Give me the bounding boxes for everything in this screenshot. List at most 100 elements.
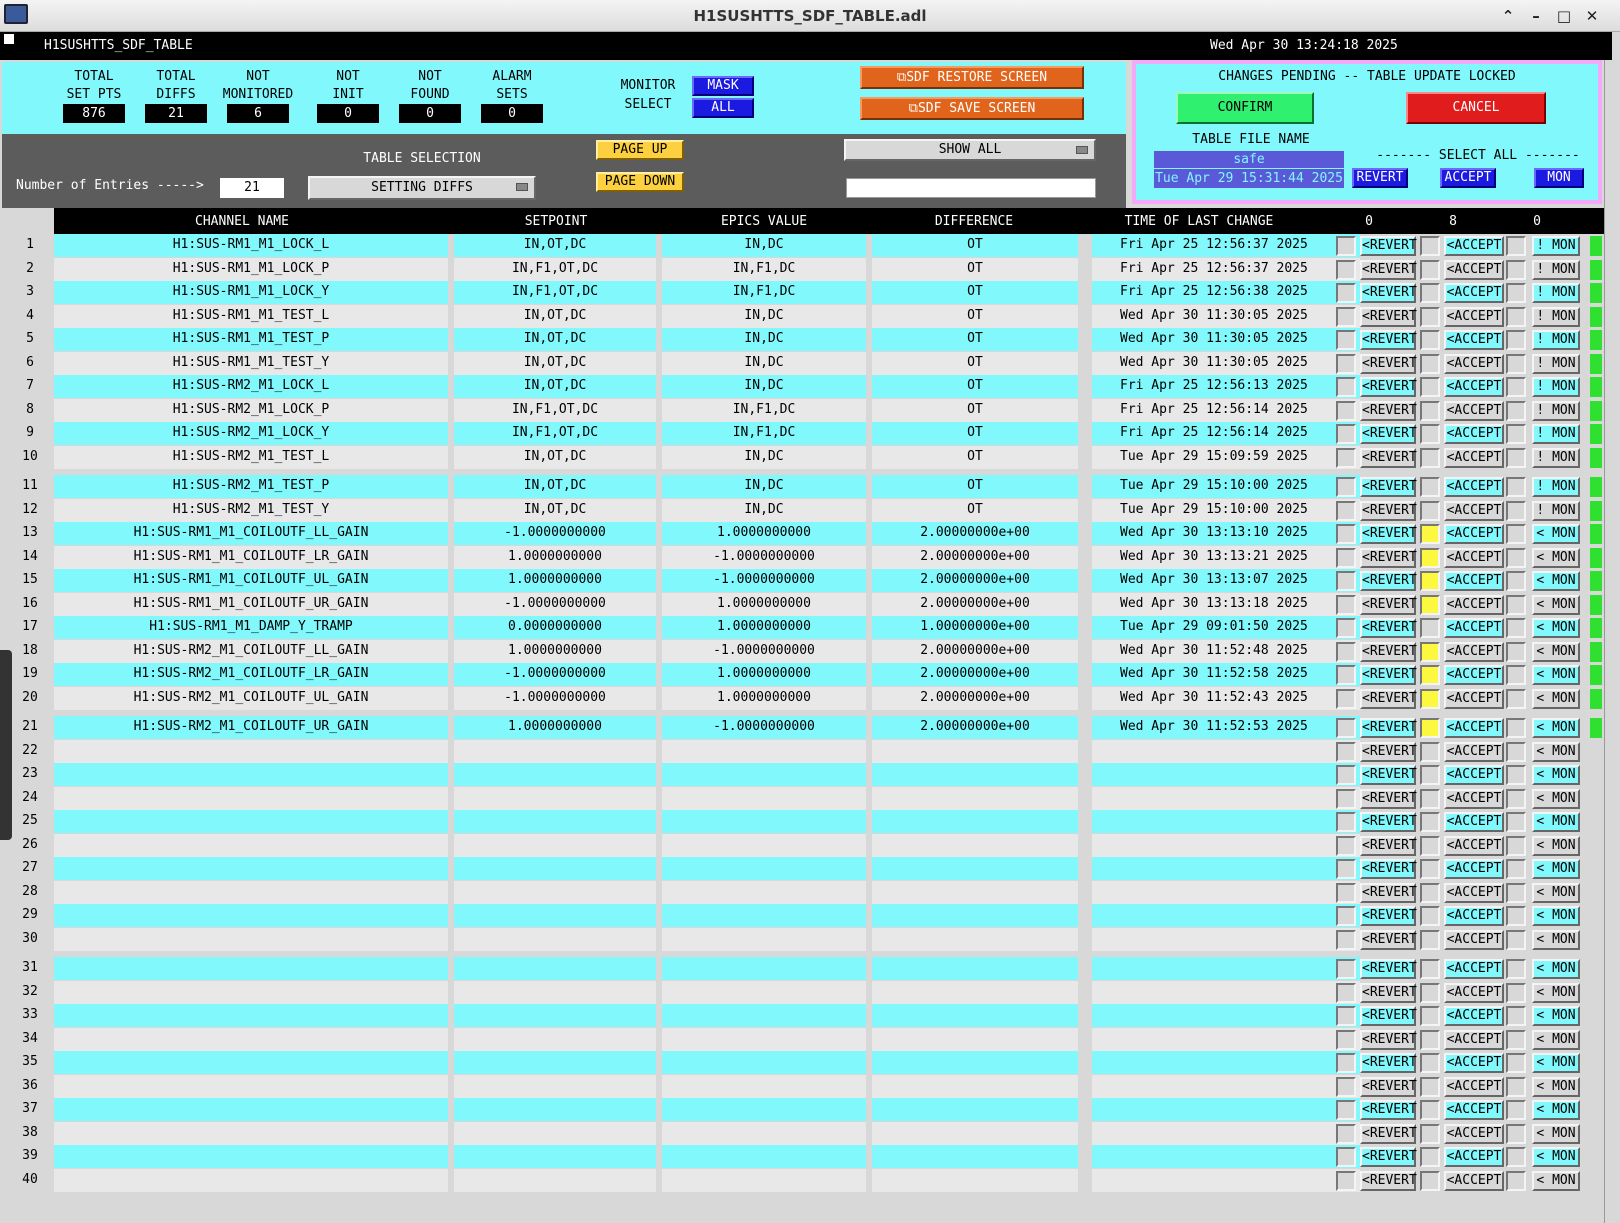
accept-button[interactable]: <ACCEPT — [1444, 982, 1504, 1003]
accept-checkbox[interactable] — [1420, 618, 1440, 638]
revert-checkbox[interactable] — [1336, 259, 1356, 280]
revert-button[interactable]: <REVERT — [1360, 306, 1417, 327]
mon-checkbox[interactable] — [1506, 259, 1526, 280]
accept-button[interactable]: <ACCEPT — [1444, 812, 1504, 832]
accept-button[interactable]: <ACCEPT — [1444, 959, 1504, 979]
accept-button[interactable]: <ACCEPT — [1444, 571, 1504, 591]
revert-checkbox[interactable] — [1336, 765, 1356, 785]
revert-checkbox[interactable] — [1336, 959, 1356, 979]
revert-button[interactable]: <REVERT — [1360, 236, 1417, 256]
accept-checkbox[interactable] — [1420, 330, 1440, 350]
revert-checkbox[interactable] — [1336, 1100, 1356, 1120]
revert-checkbox[interactable] — [1336, 306, 1356, 327]
mon-checkbox[interactable] — [1506, 524, 1526, 544]
accept-button[interactable]: <ACCEPT — [1444, 1147, 1504, 1167]
revert-checkbox[interactable] — [1336, 547, 1356, 568]
revert-checkbox[interactable] — [1336, 524, 1356, 544]
revert-checkbox[interactable] — [1336, 835, 1356, 856]
revert-button[interactable]: <REVERT — [1360, 641, 1417, 662]
mon-button[interactable]: < MON — [1532, 618, 1580, 638]
accept-button[interactable]: <ACCEPT — [1444, 259, 1504, 280]
revert-button[interactable]: <REVERT — [1360, 594, 1417, 615]
revert-button[interactable]: <REVERT — [1360, 259, 1417, 280]
accept-checkbox[interactable] — [1420, 882, 1440, 903]
revert-checkbox[interactable] — [1336, 812, 1356, 832]
accept-checkbox[interactable] — [1420, 283, 1440, 303]
mon-button[interactable]: < MON — [1532, 571, 1580, 591]
accept-checkbox[interactable] — [1420, 524, 1440, 544]
mon-button[interactable]: ! MON — [1532, 447, 1580, 468]
revert-button[interactable]: <REVERT — [1360, 1029, 1417, 1050]
accept-button[interactable]: <ACCEPT — [1444, 477, 1504, 497]
mon-button[interactable]: < MON — [1532, 959, 1580, 979]
accept-button[interactable]: <ACCEPT — [1444, 688, 1504, 709]
revert-button[interactable]: <REVERT — [1360, 1053, 1417, 1073]
revert-button[interactable]: <REVERT — [1360, 283, 1417, 303]
accept-checkbox[interactable] — [1420, 835, 1440, 856]
revert-button[interactable]: <REVERT — [1360, 500, 1417, 521]
accept-checkbox[interactable] — [1420, 1100, 1440, 1120]
revert-checkbox[interactable] — [1336, 929, 1356, 950]
accept-checkbox[interactable] — [1420, 718, 1440, 738]
revert-checkbox[interactable] — [1336, 1029, 1356, 1050]
revert-checkbox[interactable] — [1336, 594, 1356, 615]
accept-checkbox[interactable] — [1420, 500, 1440, 521]
mon-checkbox[interactable] — [1506, 859, 1526, 879]
mon-checkbox[interactable] — [1506, 1053, 1526, 1073]
revert-button[interactable]: <REVERT — [1360, 812, 1417, 832]
mon-button[interactable]: < MON — [1532, 741, 1580, 762]
mon-button[interactable]: < MON — [1532, 1100, 1580, 1120]
mon-button[interactable]: < MON — [1532, 594, 1580, 615]
revert-checkbox[interactable] — [1336, 1170, 1356, 1191]
revert-checkbox[interactable] — [1336, 1053, 1356, 1073]
revert-button[interactable]: <REVERT — [1360, 665, 1417, 685]
revert-checkbox[interactable] — [1336, 859, 1356, 879]
page-up-button[interactable]: PAGE UP — [596, 140, 684, 160]
accept-button[interactable]: <ACCEPT — [1444, 594, 1504, 615]
mon-checkbox[interactable] — [1506, 571, 1526, 591]
mon-checkbox[interactable] — [1506, 882, 1526, 903]
revert-checkbox[interactable] — [1336, 330, 1356, 350]
revert-checkbox[interactable] — [1336, 353, 1356, 374]
accept-button[interactable]: <ACCEPT — [1444, 929, 1504, 950]
mon-checkbox[interactable] — [1506, 765, 1526, 785]
accept-button[interactable]: <ACCEPT — [1444, 1123, 1504, 1144]
revert-button[interactable]: <REVERT — [1360, 859, 1417, 879]
mon-checkbox[interactable] — [1506, 641, 1526, 662]
sdf-save-screen-button[interactable]: ⧉SDF SAVE SCREEN — [860, 97, 1084, 120]
accept-checkbox[interactable] — [1420, 859, 1440, 879]
revert-button[interactable]: <REVERT — [1360, 959, 1417, 979]
accept-checkbox[interactable] — [1420, 1076, 1440, 1097]
accept-button[interactable]: <ACCEPT — [1444, 1053, 1504, 1073]
revert-button[interactable]: <REVERT — [1360, 571, 1417, 591]
revert-checkbox[interactable] — [1336, 424, 1356, 444]
mon-button[interactable]: < MON — [1532, 1076, 1580, 1097]
accept-checkbox[interactable] — [1420, 377, 1440, 397]
accept-button[interactable]: <ACCEPT — [1444, 236, 1504, 256]
revert-checkbox[interactable] — [1336, 1123, 1356, 1144]
accept-button[interactable]: <ACCEPT — [1444, 859, 1504, 879]
accept-button[interactable]: <ACCEPT — [1444, 906, 1504, 926]
revert-button[interactable]: <REVERT — [1360, 929, 1417, 950]
revert-checkbox[interactable] — [1336, 641, 1356, 662]
accept-button[interactable]: <ACCEPT — [1444, 447, 1504, 468]
select-all-mon-button[interactable]: MON — [1534, 168, 1584, 188]
accept-checkbox[interactable] — [1420, 424, 1440, 444]
mon-checkbox[interactable] — [1506, 353, 1526, 374]
accept-button[interactable]: <ACCEPT — [1444, 765, 1504, 785]
accept-checkbox[interactable] — [1420, 306, 1440, 327]
accept-checkbox[interactable] — [1420, 982, 1440, 1003]
mon-checkbox[interactable] — [1506, 929, 1526, 950]
accept-checkbox[interactable] — [1420, 571, 1440, 591]
revert-button[interactable]: <REVERT — [1360, 765, 1417, 785]
table-selection-dropdown[interactable]: SETTING DIFFS — [308, 176, 536, 200]
revert-checkbox[interactable] — [1336, 283, 1356, 303]
mon-checkbox[interactable] — [1506, 1006, 1526, 1026]
mon-checkbox[interactable] — [1506, 330, 1526, 350]
mon-checkbox[interactable] — [1506, 618, 1526, 638]
minimize-icon[interactable]: – — [1526, 6, 1546, 26]
mon-button[interactable]: < MON — [1532, 524, 1580, 544]
mon-button[interactable]: ! MON — [1532, 353, 1580, 374]
mon-button[interactable]: < MON — [1532, 1147, 1580, 1167]
accept-checkbox[interactable] — [1420, 400, 1440, 421]
